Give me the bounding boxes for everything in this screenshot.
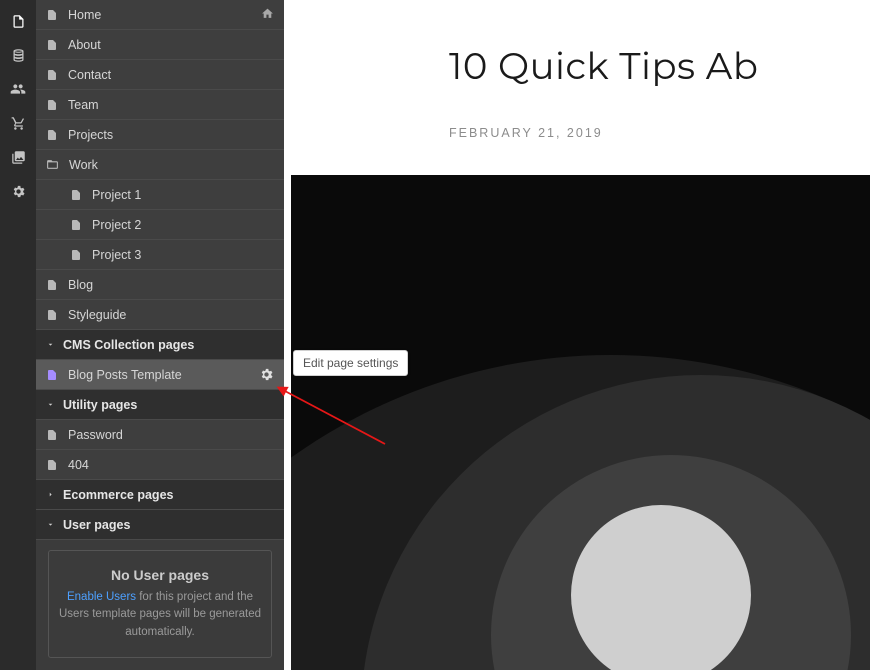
page-icon — [46, 69, 58, 81]
page-label: Project 3 — [92, 248, 141, 262]
page-item-projects[interactable]: Projects — [36, 120, 284, 150]
page-icon — [70, 249, 82, 261]
chevron-down-icon — [46, 340, 55, 349]
page-item-project1[interactable]: Project 1 — [36, 180, 284, 210]
user-pages-empty: No User pages Enable Users for this proj… — [48, 550, 272, 658]
page-icon — [70, 189, 82, 201]
page-label: Work — [69, 158, 98, 172]
page-icon — [46, 309, 58, 321]
post-date: FEBRUARY 21, 2019 — [449, 126, 603, 140]
page-label: Home — [68, 8, 101, 22]
empty-heading: No User pages — [59, 567, 261, 583]
section-cms[interactable]: CMS Collection pages — [36, 330, 284, 360]
page-item-404[interactable]: 404 — [36, 450, 284, 480]
chevron-right-icon — [46, 490, 55, 499]
empty-description: Enable Users for this project and the Us… — [59, 589, 261, 641]
page-item-contact[interactable]: Contact — [36, 60, 284, 90]
page-label: About — [68, 38, 101, 52]
post-title: 10 Quick Tips Ab — [449, 44, 758, 89]
section-label: User pages — [63, 518, 130, 532]
page-icon — [46, 279, 58, 291]
page-item-about[interactable]: About — [36, 30, 284, 60]
page-icon — [46, 9, 58, 21]
home-icon — [261, 7, 274, 23]
rail-settings-icon[interactable] — [0, 174, 36, 208]
page-item-password[interactable]: Password — [36, 420, 284, 450]
pages-panel: Home About Contact Team Projects Work Pr… — [36, 0, 284, 670]
page-label: Team — [68, 98, 99, 112]
template-icon — [46, 369, 58, 381]
page-item-project3[interactable]: Project 3 — [36, 240, 284, 270]
section-label: Ecommerce pages — [63, 488, 173, 502]
section-user[interactable]: User pages — [36, 510, 284, 540]
page-item-blog[interactable]: Blog — [36, 270, 284, 300]
page-item-styleguide[interactable]: Styleguide — [36, 300, 284, 330]
designer-canvas[interactable]: 10 Quick Tips Ab FEBRUARY 21, 2019 — [284, 0, 870, 670]
enable-users-link[interactable]: Enable Users — [67, 591, 136, 603]
page-label: Contact — [68, 68, 111, 82]
page-icon — [46, 429, 58, 441]
chevron-down-icon — [46, 400, 55, 409]
section-ecommerce[interactable]: Ecommerce pages — [36, 480, 284, 510]
page-item-project2[interactable]: Project 2 — [36, 210, 284, 240]
page-label: Blog Posts Template — [68, 368, 182, 382]
icon-rail — [0, 0, 36, 670]
page-label: 404 — [68, 458, 89, 472]
page-icon — [70, 219, 82, 231]
page-label: Project 2 — [92, 218, 141, 232]
page-item-home[interactable]: Home — [36, 0, 284, 30]
rail-pages-icon[interactable] — [0, 4, 36, 38]
section-utility[interactable]: Utility pages — [36, 390, 284, 420]
page-item-work[interactable]: Work — [36, 150, 284, 180]
page-item-team[interactable]: Team — [36, 90, 284, 120]
rail-cms-icon[interactable] — [0, 38, 36, 72]
section-label: Utility pages — [63, 398, 137, 412]
page-item-blog-posts-template[interactable]: Blog Posts Template — [36, 360, 284, 390]
gear-icon[interactable] — [259, 367, 274, 382]
page-label: Styleguide — [68, 308, 126, 322]
chevron-down-icon — [46, 520, 55, 529]
page-label: Project 1 — [92, 188, 141, 202]
post-image — [291, 175, 870, 670]
folder-icon — [46, 158, 59, 171]
rail-users-icon[interactable] — [0, 72, 36, 106]
page-label: Blog — [68, 278, 93, 292]
rail-ecommerce-icon[interactable] — [0, 106, 36, 140]
page-icon — [46, 99, 58, 111]
page-icon — [46, 39, 58, 51]
page-icon — [46, 129, 58, 141]
page-label: Password — [68, 428, 123, 442]
page-label: Projects — [68, 128, 113, 142]
rail-assets-icon[interactable] — [0, 140, 36, 174]
section-label: CMS Collection pages — [63, 338, 194, 352]
page-icon — [46, 459, 58, 471]
tooltip-page-settings: Edit page settings — [293, 350, 408, 376]
